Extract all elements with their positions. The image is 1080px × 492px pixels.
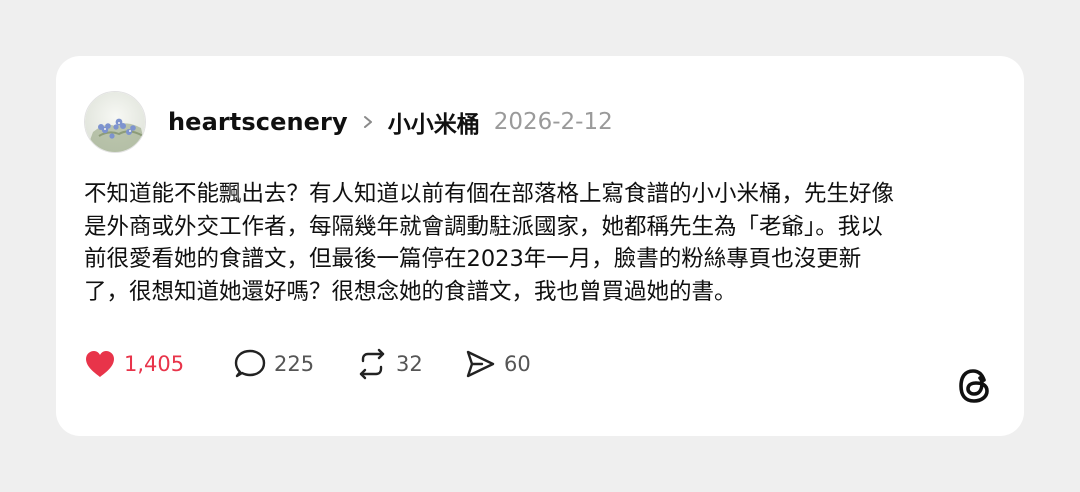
repost-button[interactable]: 32 — [356, 348, 464, 380]
share-button[interactable]: 60 — [464, 348, 531, 380]
reply-count: 225 — [274, 352, 315, 376]
send-icon — [466, 350, 495, 378]
threads-logo[interactable] — [956, 366, 994, 406]
username[interactable]: heartscenery — [168, 108, 348, 136]
chevron-right-icon — [362, 115, 376, 129]
share-count: 60 — [504, 352, 531, 376]
post-text: 不知道能不能飄出去？有人知道以前有個在部落格上寫食譜的小小米桶，先生好像 是外商… — [84, 181, 895, 305]
avatar[interactable] — [84, 91, 146, 153]
like-button[interactable]: 1,405 — [84, 349, 234, 379]
reply-button[interactable]: 225 — [234, 348, 356, 380]
post-card: heartscenery 小小米桶 2026-2-12 不知道能不能飄出去？有人… — [56, 56, 1024, 436]
repost-icon — [359, 348, 385, 380]
heart-icon — [86, 351, 114, 377]
action-bar: 1,405 225 32 60 — [84, 346, 531, 382]
community-name[interactable]: 小小米桶 — [388, 105, 480, 139]
repost-count: 32 — [396, 352, 423, 376]
post-header: heartscenery 小小米桶 2026-2-12 — [84, 90, 613, 154]
speech-bubble-icon — [234, 349, 266, 378]
post-date: 2026-2-12 — [493, 109, 613, 135]
like-count: 1,405 — [124, 352, 185, 376]
